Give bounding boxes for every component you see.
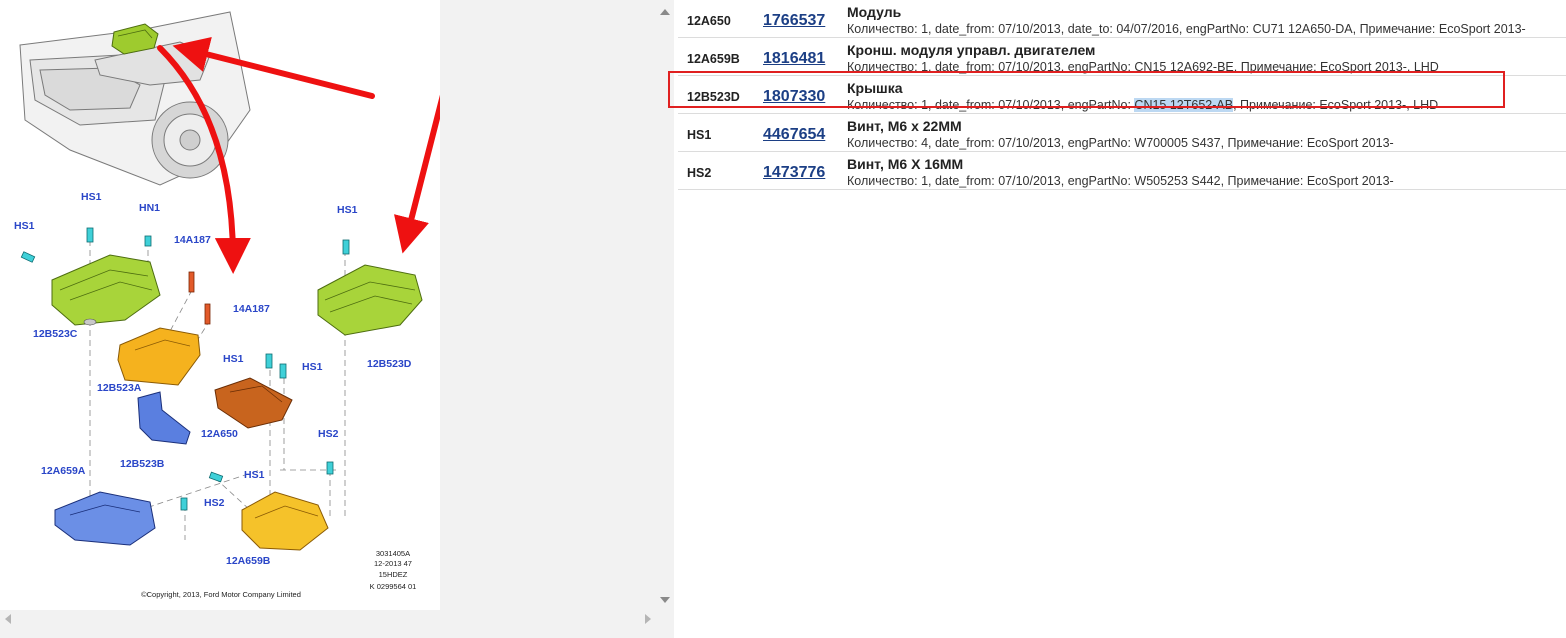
part-details-text: , Примечание: EcoSport 2013-, LHD — [1233, 98, 1439, 112]
table-row[interactable]: 12A659B 1816481 Кронш. модуля управл. дв… — [678, 37, 1566, 76]
label-12b523c: 12B523C — [33, 328, 78, 340]
label-hs2: HS2 — [204, 497, 225, 509]
ref-line: 15HDEZ — [379, 570, 408, 579]
selected-eng-part-no[interactable]: CN15 12T652-AB — [1134, 98, 1234, 112]
part-details: Количество: 1, date_from: 07/10/2013, en… — [847, 174, 1394, 188]
label-12a659b: 12A659B — [226, 555, 271, 567]
part-name: Винт, М6 х 22ММ — [847, 118, 962, 134]
part-name: Винт, М6 Х 16ММ — [847, 156, 964, 172]
label-12a659a: 12A659A — [41, 465, 86, 477]
label-14a187: 14A187 — [233, 303, 270, 315]
part-details-text: Количество: 1, date_from: 07/10/2013, en… — [847, 98, 1135, 112]
part-code: 12A650 — [678, 0, 763, 38]
part-12a650 — [214, 377, 293, 429]
part-12b523d — [317, 264, 423, 336]
label-12b523b: 12B523B — [120, 458, 165, 470]
label-hs1: HS1 — [244, 469, 265, 481]
part-12b523c — [51, 254, 161, 326]
part-code: 12A659B — [678, 37, 763, 76]
scroll-right-icon[interactable] — [645, 614, 651, 624]
part-number-link[interactable]: 1473776 — [763, 164, 825, 181]
label-hn1: HN1 — [139, 202, 160, 214]
part-name: Модуль — [847, 4, 902, 20]
label-hs1: HS1 — [223, 353, 244, 365]
part-details: Количество: 1, date_from: 07/10/2013, da… — [847, 22, 1526, 36]
label-12a650: 12A650 — [201, 428, 238, 440]
table-row[interactable]: 12A650 1766537 Модуль Количество: 1, dat… — [678, 0, 1566, 38]
ref-line: K 0299564 01 — [370, 582, 417, 591]
part-12a659b — [241, 491, 329, 551]
ref-line: 12-2013 47 — [374, 559, 412, 568]
part-code: HS1 — [678, 113, 763, 152]
part-details: Количество: 1, date_from: 07/10/2013, en… — [847, 60, 1439, 74]
part-number-link[interactable]: 4467654 — [763, 126, 825, 143]
table-row[interactable]: HS1 4467654 Винт, М6 х 22ММ Количество: … — [678, 113, 1566, 152]
parts-table: 12A650 1766537 Модуль Количество: 1, dat… — [678, 0, 1566, 190]
part-name: Крышка — [847, 80, 903, 96]
scroll-down-icon[interactable] — [660, 597, 670, 603]
label-hs1: HS1 — [14, 220, 35, 232]
diagram-pane: HS1 HS1 HN1 14A187 14A187 HS1 HS1 HS1 HS… — [0, 0, 674, 638]
part-code: HS2 — [678, 151, 763, 190]
ref-line: 3031405A — [376, 549, 410, 558]
label-hs2: HS2 — [318, 428, 339, 440]
label-hs1: HS1 — [302, 361, 323, 373]
part-number-link[interactable]: 1816481 — [763, 50, 825, 67]
part-12b523a — [117, 327, 201, 386]
part-number-link[interactable]: 1766537 — [763, 12, 825, 29]
label-hs1: HS1 — [337, 204, 358, 216]
table-row-highlighted[interactable]: 12B523D 1807330 Крышка Количество: 1, da… — [678, 75, 1566, 114]
label-12b523d: 12B523D — [367, 358, 412, 370]
part-details: Количество: 1, date_from: 07/10/2013, en… — [847, 97, 1566, 113]
part-code: 12B523D — [678, 75, 763, 114]
label-12b523a: 12B523A — [97, 382, 142, 394]
scroll-left-icon[interactable] — [5, 614, 11, 624]
part-name: Кронш. модуля управл. двигателем — [847, 42, 1096, 58]
part-12b523b — [137, 391, 191, 445]
diagram-paper: HS1 HS1 HN1 14A187 14A187 HS1 HS1 HS1 HS… — [0, 0, 458, 610]
label-hs1: HS1 — [81, 191, 102, 203]
exploded-parts-diagram: HS1 HS1 HN1 14A187 14A187 HS1 HS1 HS1 HS… — [14, 11, 458, 599]
table-row[interactable]: HS2 1473776 Винт, М6 Х 16ММ Количество: … — [678, 151, 1566, 190]
copyright-text: ©Copyright, 2013, Ford Motor Company Lim… — [141, 590, 301, 599]
part-number-link[interactable]: 1807330 — [763, 88, 825, 105]
part-12a659a — [54, 491, 156, 546]
horizontal-scrollbar[interactable] — [0, 610, 656, 628]
label-14a187: 14A187 — [174, 234, 211, 246]
vertical-scrollbar[interactable] — [656, 0, 674, 610]
scroll-up-icon[interactable] — [660, 9, 670, 15]
part-details: Количество: 4, date_from: 07/10/2013, en… — [847, 136, 1394, 150]
